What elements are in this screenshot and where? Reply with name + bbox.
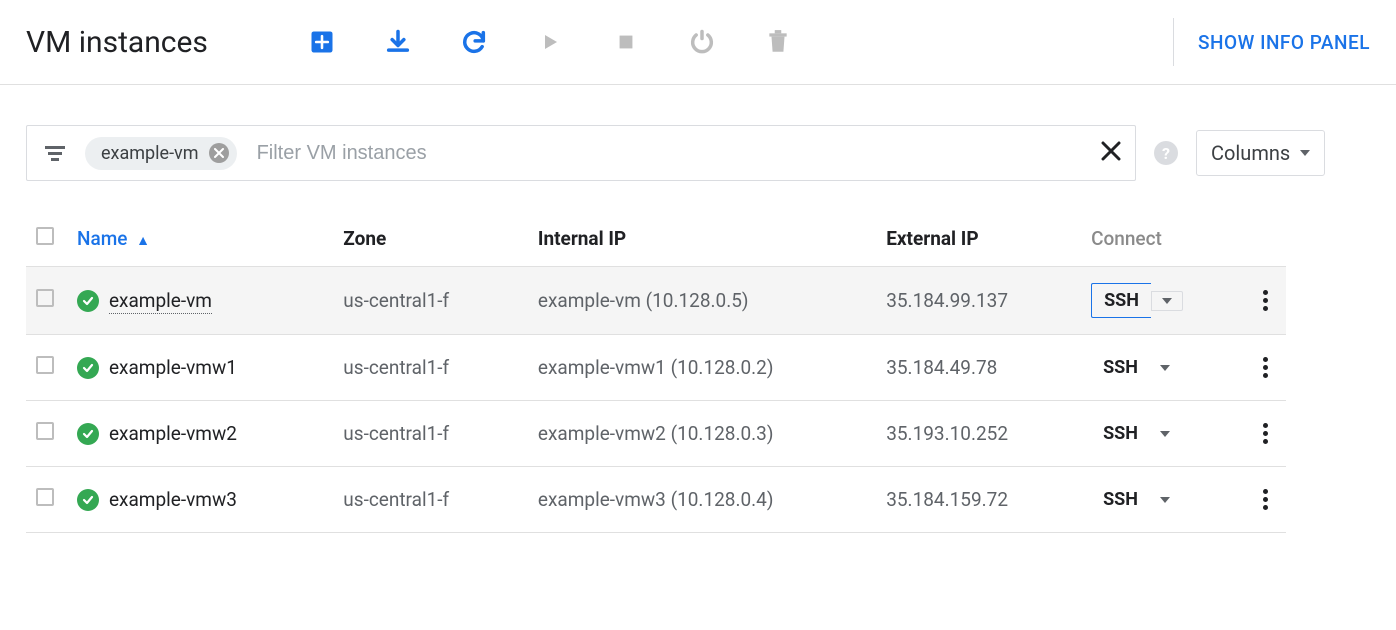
page-title: VM instances: [26, 25, 208, 60]
vm-internal-ip: example-vmw1 (10.128.0.2): [528, 335, 876, 401]
toolbar: [308, 28, 792, 56]
vm-internal-ip: example-vmw3 (10.128.0.4): [528, 467, 876, 533]
row-checkbox[interactable]: [36, 289, 54, 307]
filter-bar: example-vm ? Columns: [0, 85, 1396, 201]
table-row[interactable]: example-vmw2 us-central1-fexample-vmw2 (1…: [26, 401, 1286, 467]
chevron-down-icon: [1162, 298, 1172, 304]
ssh-button[interactable]: SSH: [1091, 417, 1150, 450]
table-row[interactable]: example-vmw1 us-central1-fexample-vmw1 (1…: [26, 335, 1286, 401]
row-checkbox[interactable]: [36, 356, 54, 374]
more-actions-icon[interactable]: [1255, 423, 1276, 444]
ssh-dropdown[interactable]: [1150, 359, 1180, 377]
page-header: VM instances SHOW INFO PANEL: [0, 0, 1396, 85]
clear-filter-icon[interactable]: [1101, 138, 1121, 168]
delete-icon[interactable]: [764, 28, 792, 56]
select-all-checkbox[interactable]: [36, 227, 54, 245]
filter-chip[interactable]: example-vm: [85, 137, 237, 170]
more-actions-icon[interactable]: [1255, 489, 1276, 510]
vm-zone: us-central1-f: [333, 467, 528, 533]
vm-internal-ip: example-vm (10.128.0.5): [528, 267, 876, 335]
status-running-icon: [77, 423, 99, 445]
import-icon[interactable]: [384, 28, 412, 56]
ssh-button[interactable]: SSH: [1091, 483, 1150, 516]
ssh-dropdown[interactable]: [1150, 425, 1180, 443]
vm-name[interactable]: example-vm: [109, 289, 212, 314]
create-instance-button[interactable]: [308, 28, 336, 56]
columns-label: Columns: [1211, 141, 1290, 165]
column-header-zone[interactable]: Zone: [333, 211, 528, 267]
ssh-dropdown[interactable]: [1151, 291, 1183, 311]
refresh-icon[interactable]: [460, 28, 488, 56]
chevron-down-icon: [1160, 431, 1170, 437]
vm-zone: us-central1-f: [333, 335, 528, 401]
row-checkbox[interactable]: [36, 488, 54, 506]
sort-asc-icon: ▲: [136, 233, 150, 249]
filter-chip-label: example-vm: [101, 143, 199, 164]
stop-icon[interactable]: [612, 28, 640, 56]
start-icon[interactable]: [536, 28, 564, 56]
vm-external-ip: 35.184.49.78: [876, 335, 1081, 401]
column-header-external-ip[interactable]: External IP: [876, 211, 1081, 267]
column-header-connect: Connect: [1081, 211, 1245, 267]
filter-chip-remove-icon[interactable]: [209, 143, 229, 163]
ssh-dropdown[interactable]: [1150, 491, 1180, 509]
table-header-row: Name ▲ Zone Internal IP External IP Conn…: [26, 211, 1286, 267]
status-running-icon: [77, 357, 99, 379]
vm-external-ip: 35.193.10.252: [876, 401, 1081, 467]
chevron-down-icon: [1160, 497, 1170, 503]
chevron-down-icon: [1300, 150, 1310, 156]
vm-external-ip: 35.184.99.137: [876, 267, 1081, 335]
row-checkbox[interactable]: [36, 422, 54, 440]
more-actions-icon[interactable]: [1255, 290, 1276, 311]
reset-icon[interactable]: [688, 28, 716, 56]
table-row[interactable]: example-vmw3 us-central1-fexample-vmw3 (1…: [26, 467, 1286, 533]
more-actions-icon[interactable]: [1255, 357, 1276, 378]
filter-icon: [41, 139, 69, 167]
vm-table: Name ▲ Zone Internal IP External IP Conn…: [26, 211, 1286, 533]
vm-zone: us-central1-f: [333, 401, 528, 467]
column-header-internal-ip[interactable]: Internal IP: [528, 211, 876, 267]
filter-box[interactable]: example-vm: [26, 125, 1136, 181]
vm-zone: us-central1-f: [333, 267, 528, 335]
header-divider: [1173, 18, 1174, 66]
ssh-button[interactable]: SSH: [1091, 351, 1150, 384]
vm-name[interactable]: example-vmw3: [109, 488, 237, 511]
vm-name[interactable]: example-vmw1: [109, 356, 237, 379]
ssh-button[interactable]: SSH: [1091, 283, 1151, 318]
vm-name[interactable]: example-vmw2: [109, 422, 237, 445]
vm-external-ip: 35.184.159.72: [876, 467, 1081, 533]
status-running-icon: [77, 290, 99, 312]
table-row[interactable]: example-vm us-central1-fexample-vm (10.12…: [26, 267, 1286, 335]
status-running-icon: [77, 489, 99, 511]
columns-button[interactable]: Columns: [1196, 130, 1325, 176]
filter-input[interactable]: [255, 141, 1101, 166]
vm-internal-ip: example-vmw2 (10.128.0.3): [528, 401, 876, 467]
show-info-panel-button[interactable]: SHOW INFO PANEL: [1198, 31, 1370, 54]
column-header-name[interactable]: Name ▲: [67, 211, 333, 267]
help-icon[interactable]: ?: [1154, 141, 1178, 165]
chevron-down-icon: [1160, 365, 1170, 371]
